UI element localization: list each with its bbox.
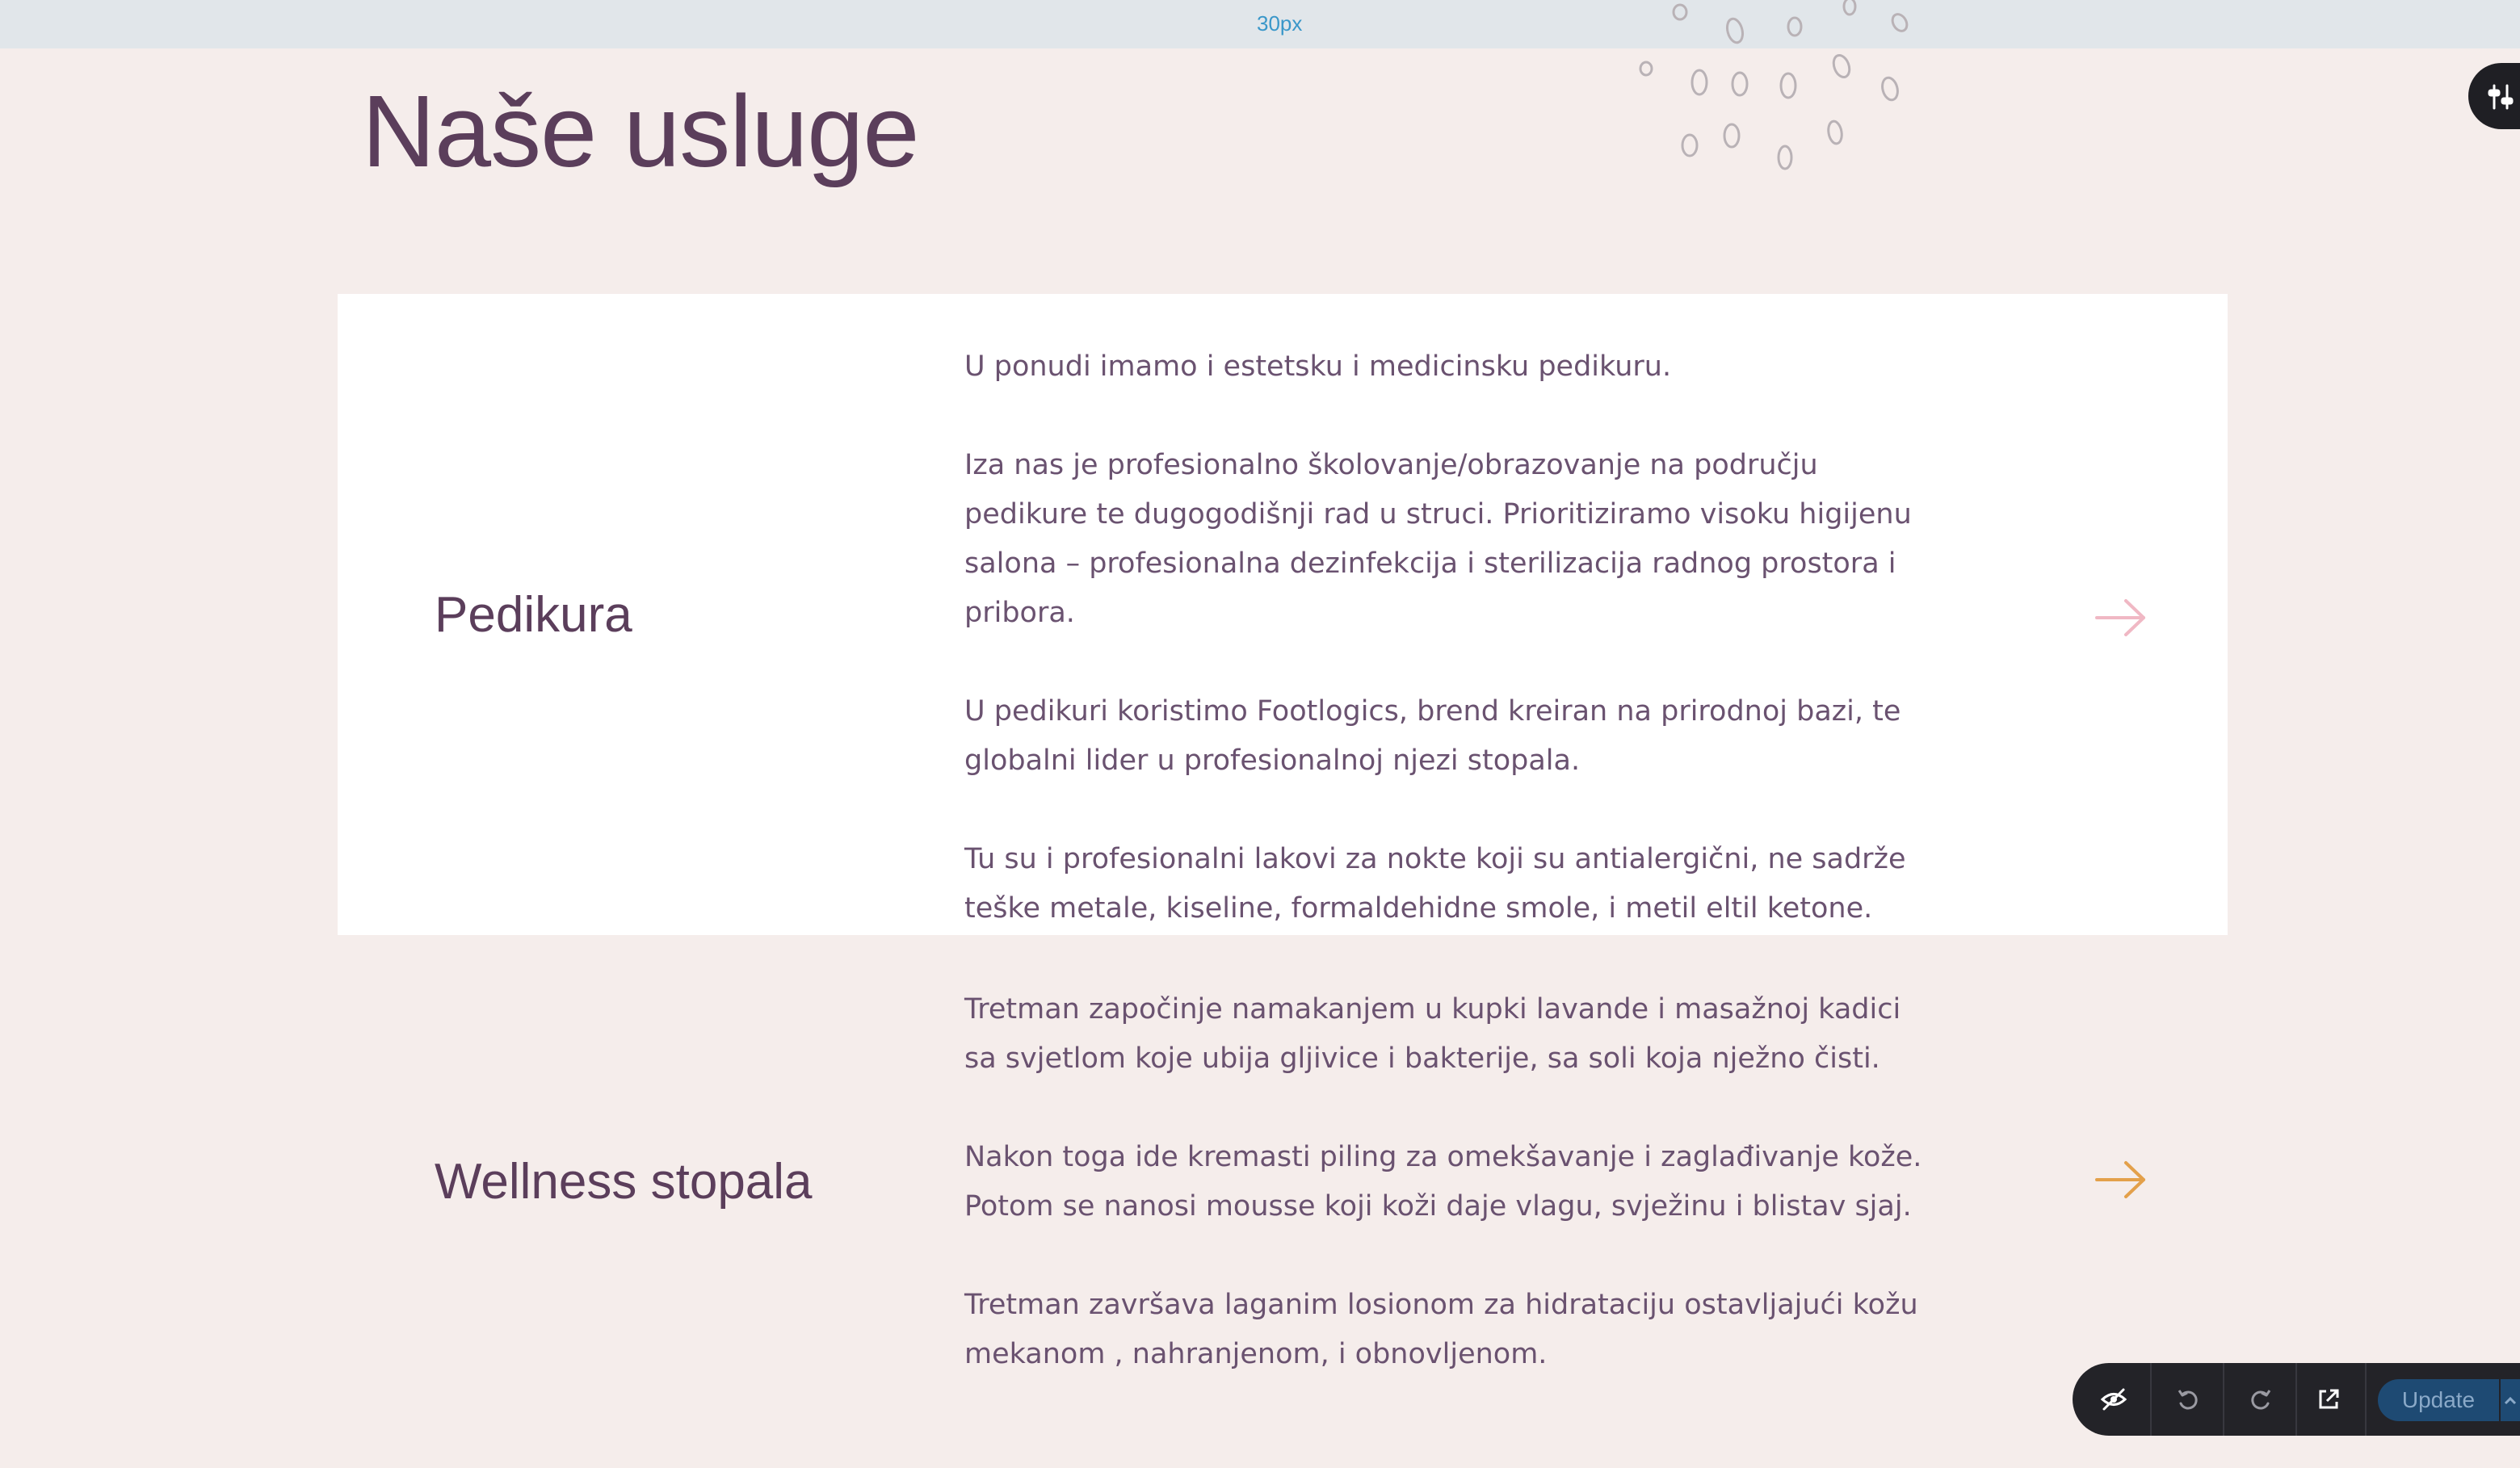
service-card-pedikura: Pedikura U ponudi imamo i estetsku i med… — [338, 294, 2228, 935]
update-button[interactable]: Update — [2378, 1379, 2499, 1421]
sliders-icon — [2488, 84, 2514, 110]
description-paragraph: Tretman započinje namakanjem u kupki lav… — [964, 993, 1901, 1075]
toggle-visibility-button[interactable] — [2079, 1363, 2148, 1436]
section-title: Naše usluge — [362, 74, 919, 188]
open-external-button[interactable] — [2294, 1363, 2363, 1436]
description-paragraph: Tretman završava laganim losionom za hid… — [964, 1289, 1918, 1370]
eye-off-icon — [2100, 1388, 2127, 1411]
service-title: Wellness stopala — [435, 1154, 813, 1210]
spacing-indicator-bar: 30px — [0, 0, 2520, 48]
service-description: U ponudi imamo i estetsku i medicinsku p… — [964, 342, 1934, 983]
undo-button[interactable] — [2153, 1363, 2223, 1436]
redo-icon — [2251, 1390, 2271, 1410]
update-options-button[interactable] — [2501, 1379, 2520, 1421]
chevron-up-icon — [2504, 1396, 2517, 1405]
arrow-right-icon[interactable] — [2094, 1160, 2148, 1200]
editor-toolbar: Update — [2073, 1363, 2520, 1436]
description-paragraph: U ponudi imamo i estetsku i medicinsku p… — [964, 350, 1672, 383]
service-card-wellness-stopala: Wellness stopala Tretman započinje namak… — [338, 935, 2228, 1468]
external-link-icon — [2319, 1389, 2339, 1409]
description-paragraph: Tu su i profesionalni lakovi za nokte ko… — [964, 843, 1906, 925]
spacing-label: 30px — [1257, 11, 1303, 36]
water-drops-decoration — [1639, 0, 1909, 170]
undo-icon — [2178, 1390, 2198, 1410]
description-paragraph: Iza nas je profesionalno školovanje/obra… — [964, 449, 1912, 629]
service-title: Pedikura — [435, 587, 632, 643]
settings-side-tab[interactable] — [2468, 63, 2520, 129]
description-paragraph: U pedikuri koristimo Footlogics, brend k… — [964, 695, 1901, 777]
arrow-right-icon[interactable] — [2094, 598, 2148, 638]
redo-button[interactable] — [2226, 1363, 2295, 1436]
description-paragraph: Nakon toga ide kremasti piling za omekša… — [964, 1141, 1922, 1223]
service-description: Tretman započinje namakanjem u kupki lav… — [964, 985, 1934, 1428]
